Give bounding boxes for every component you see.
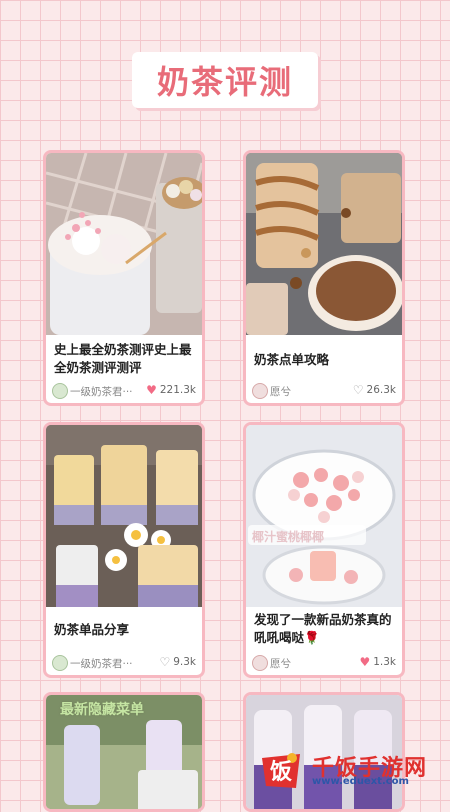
avatar	[252, 383, 268, 399]
author-name: 愿兮	[270, 658, 291, 670]
post-image-1	[46, 153, 202, 335]
post-card-4[interactable]: 椰汁蜜桃椰椰 发现了一款新品奶茶真的吼吼喝哒🌹 愿兮 ♥ 1.3k	[243, 422, 405, 678]
post-image-4	[246, 425, 402, 607]
like-count-wrapper[interactable]: ♡ 9.3k	[159, 656, 196, 668]
watermark-url: www.eduext.com	[312, 776, 409, 787]
like-count: 1.3k	[373, 656, 396, 668]
post-meta-2: 愿兮 ♡ 26.3k	[252, 383, 396, 399]
watermark: 饭 千饭手游网 www.eduext.com	[254, 746, 444, 794]
like-count: 9.3k	[173, 656, 196, 668]
post-image-3	[46, 425, 202, 607]
avatar	[252, 655, 268, 671]
page-title: 奶茶评测	[156, 63, 293, 101]
post-meta-4: 愿兮 ♥ 1.3k	[252, 655, 396, 671]
title-banner: 奶茶评测	[132, 52, 318, 108]
image-overlay-text-5: 最新隐藏菜单	[60, 702, 144, 718]
heart-icon[interactable]: ♥	[359, 656, 370, 668]
author-name: 一级奶茶君···	[70, 658, 133, 670]
logo-char: 饭	[270, 759, 292, 785]
post-title-3: 奶茶单品分享	[54, 622, 130, 637]
heart-icon[interactable]: ♡	[353, 384, 364, 396]
author-name: 愿兮	[270, 386, 291, 398]
like-count: 221.3k	[159, 384, 196, 396]
post-meta-3: 一级奶茶君··· ♡ 9.3k	[52, 655, 196, 671]
like-count-wrapper[interactable]: ♥ 1.3k	[359, 656, 396, 668]
like-count: 26.3k	[366, 384, 396, 396]
heart-icon[interactable]: ♡	[159, 656, 170, 668]
like-count-wrapper[interactable]: ♥ 221.3k	[146, 384, 196, 396]
site-logo-icon: 饭	[262, 753, 300, 788]
image-overlay-text-4: 椰汁蜜桃椰椰	[252, 530, 325, 544]
post-title-1: 史上最全奶茶测评史上最全奶茶测评测评	[54, 342, 192, 375]
author-name: 一级奶茶君···	[70, 386, 133, 398]
post-image-2	[246, 153, 402, 335]
post-card-5[interactable]: 最新隐藏菜单	[43, 692, 205, 812]
avatar	[52, 383, 68, 399]
avatar	[52, 655, 68, 671]
post-card-2[interactable]: 奶茶点单攻略 愿兮 ♡ 26.3k	[243, 150, 405, 406]
post-title-4: 发现了一款新品奶茶真的吼吼喝哒🌹	[254, 612, 392, 645]
post-card-3[interactable]: 奶茶单品分享 一级奶茶君··· ♡ 9.3k	[43, 422, 205, 678]
post-title-2: 奶茶点单攻略	[254, 352, 330, 367]
like-count-wrapper[interactable]: ♡ 26.3k	[353, 384, 396, 396]
post-meta-1: 一级奶茶君··· ♥ 221.3k	[52, 383, 196, 399]
heart-icon[interactable]: ♥	[146, 384, 157, 396]
post-card-1[interactable]: 史上最全奶茶测评史上最全奶茶测评测评 一级奶茶君··· ♥ 221.3k	[43, 150, 205, 406]
